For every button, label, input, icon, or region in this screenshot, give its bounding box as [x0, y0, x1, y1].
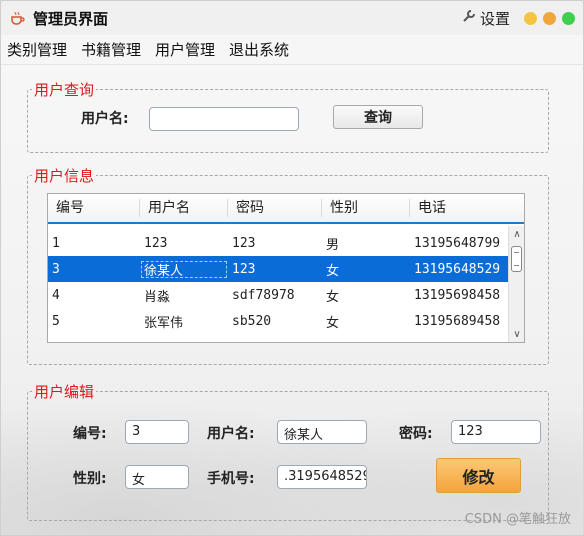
search-button[interactable]: 查询	[333, 105, 423, 129]
edit-phone-field[interactable]: .3195648529	[277, 465, 367, 489]
edit-gender-label: 性别:	[73, 471, 107, 487]
cell-id: 5	[52, 313, 60, 329]
edit-username-label: 用户名:	[207, 426, 255, 442]
table-row-selected[interactable]: 3 徐某人 123 女 13195648529	[48, 256, 524, 282]
table-row[interactable]: 1 123 123 男 13195648799	[48, 230, 524, 256]
column-header-username[interactable]: 用户名	[140, 199, 228, 217]
query-username-input[interactable]	[149, 107, 299, 131]
cell-gender: 男	[326, 237, 340, 253]
edit-phone-label: 手机号:	[207, 471, 255, 487]
table-row[interactable]: 4 肖淼 sdf78978 女 13195698458	[48, 282, 524, 308]
window-controls	[524, 11, 575, 25]
cell-username: 123	[144, 235, 168, 251]
edit-password-field[interactable]: 123	[451, 420, 541, 444]
cell-username: 徐某人	[140, 260, 228, 279]
column-header-gender[interactable]: 性别	[322, 199, 410, 217]
menu-bar: 类别管理 书籍管理 用户管理 退出系统	[1, 35, 583, 65]
csdn-watermark: CSDN @笔触狂放	[464, 512, 571, 527]
table-header: 编号 用户名 密码 性别 电话	[48, 194, 524, 224]
menu-book-manage[interactable]: 书籍管理	[81, 39, 141, 60]
cell-phone: 13195698458	[414, 287, 501, 303]
edit-id-label: 编号:	[73, 426, 107, 442]
table-scrollbar[interactable]: ∧ ∨	[508, 226, 524, 342]
cell-password: 123	[232, 261, 256, 277]
scroll-down-arrow-icon[interactable]: ∨	[509, 328, 524, 342]
user-table[interactable]: 编号 用户名 密码 性别 电话 1 123 123 男 13195648799 …	[47, 193, 525, 343]
title-bar: 管理员界面 设置	[1, 1, 583, 35]
cell-username: 张军伟	[144, 315, 184, 331]
edit-password-label: 密码:	[399, 426, 433, 442]
cell-gender: 女	[326, 289, 340, 305]
user-edit-legend: 用户编辑	[34, 383, 95, 401]
cell-id: 4	[52, 287, 60, 303]
scroll-thumb[interactable]	[511, 246, 522, 272]
menu-category-manage[interactable]: 类别管理	[7, 39, 67, 60]
settings-button[interactable]: 设置	[462, 8, 510, 29]
cell-phone: 13195648799	[414, 235, 501, 251]
edit-gender-field[interactable]: 女	[125, 465, 189, 489]
edit-id-field[interactable]: 3	[125, 420, 189, 444]
wrench-icon	[462, 9, 476, 27]
scroll-up-arrow-icon[interactable]: ∧	[509, 228, 524, 242]
cell-gender: 女	[326, 315, 340, 331]
table-row[interactable]: 5 张军伟 sb520 女 13195689458	[48, 308, 524, 334]
cell-phone: 13195689458	[414, 313, 501, 329]
cell-phone: 13195648529	[414, 261, 501, 277]
edit-username-field[interactable]: 徐某人	[277, 420, 367, 444]
cell-gender: 女	[326, 263, 340, 279]
cell-password: sdf78978	[232, 287, 295, 303]
column-header-password[interactable]: 密码	[228, 199, 322, 217]
query-username-label: 用户名:	[81, 111, 129, 127]
user-edit-panel: 用户编辑	[27, 381, 549, 521]
cell-id: 3	[52, 261, 60, 277]
admin-window: 管理员界面 设置 类别管理 书籍管理 用户管理 退出系统 用户查询 用户名: 查…	[0, 0, 584, 536]
window-title: 管理员界面	[33, 9, 109, 28]
close-button[interactable]	[562, 11, 575, 25]
minimize-button[interactable]	[524, 11, 537, 25]
cell-password: sb520	[232, 313, 272, 329]
menu-user-manage[interactable]: 用户管理	[155, 39, 215, 60]
maximize-button[interactable]	[543, 11, 556, 25]
settings-label: 设置	[479, 9, 510, 28]
cell-id: 1	[52, 235, 60, 251]
user-query-legend: 用户查询	[34, 81, 95, 99]
cell-password: 123	[232, 235, 256, 251]
column-header-phone[interactable]: 电话	[410, 199, 506, 217]
column-header-id[interactable]: 编号	[48, 199, 140, 217]
cell-username: 肖淼	[144, 289, 171, 305]
coffee-cup-icon	[9, 9, 27, 27]
menu-exit-system[interactable]: 退出系统	[229, 39, 289, 60]
modify-button[interactable]: 修改	[436, 458, 521, 493]
user-info-legend: 用户信息	[34, 167, 95, 185]
